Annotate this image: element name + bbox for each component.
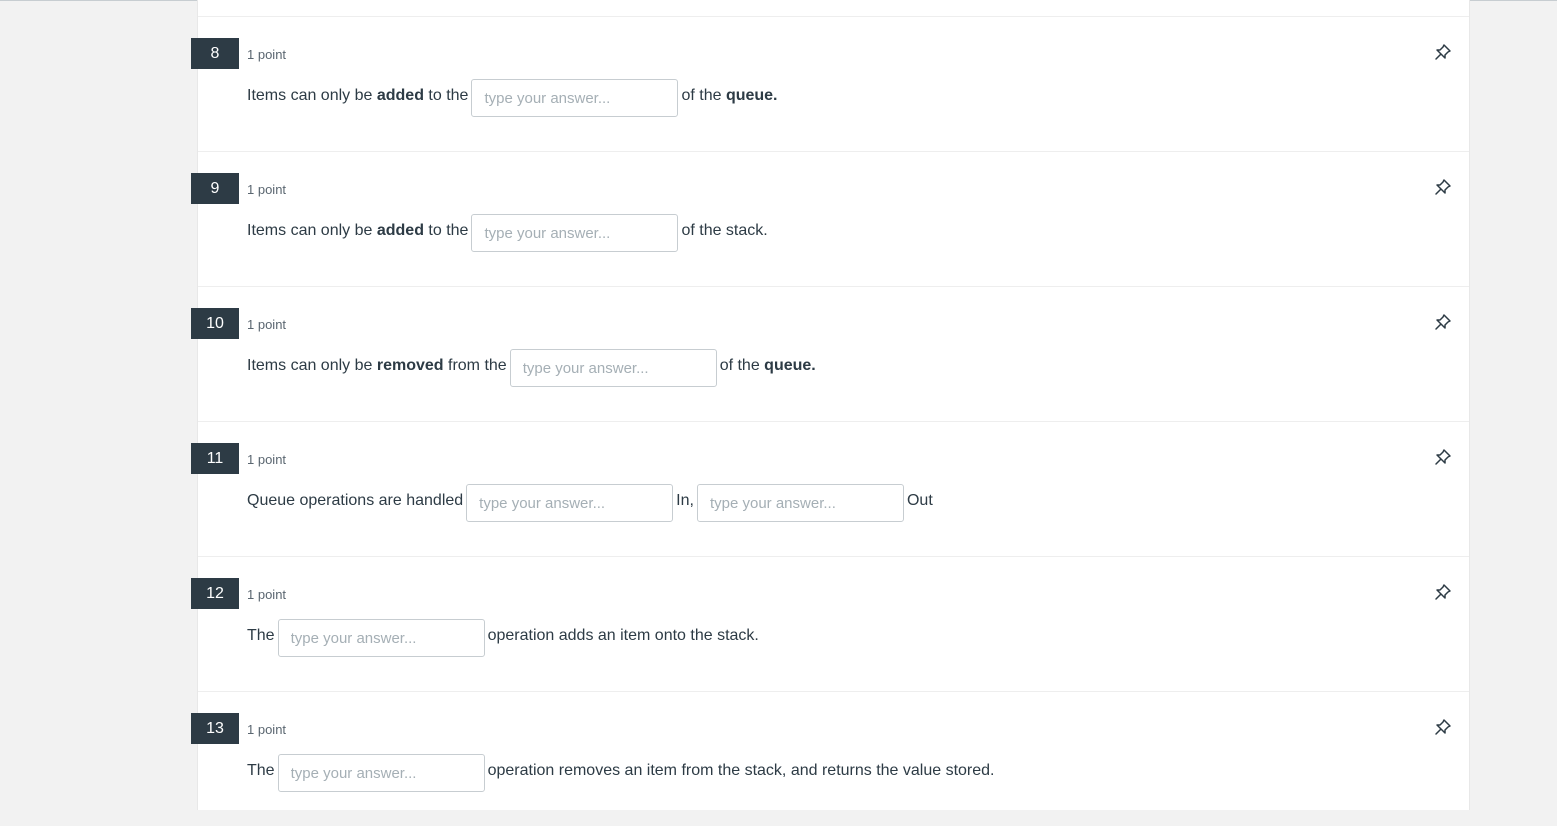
question-points: 1 point xyxy=(247,47,287,62)
text-segment: The xyxy=(247,762,275,779)
text-emphasis: queue. xyxy=(764,357,816,374)
question-number: 12 xyxy=(191,578,239,609)
text-segment: of the xyxy=(681,87,726,104)
question-text: Queue operations are handled In, Out xyxy=(247,482,933,522)
pushpin-icon[interactable] xyxy=(1434,718,1452,736)
question-text: The operation removes an item from the s… xyxy=(247,752,995,792)
pushpin-icon[interactable] xyxy=(1434,583,1452,601)
question-11: 11 1 point Queue operations are handled … xyxy=(191,421,1469,556)
pushpin-icon[interactable] xyxy=(1434,313,1452,331)
text-segment: Items can only be xyxy=(247,357,377,374)
text-segment: to the xyxy=(423,222,469,239)
question-text: Items can only be removed from the of th… xyxy=(247,347,816,387)
text-segment: Queue operations are handled xyxy=(247,492,464,509)
answer-input[interactable] xyxy=(277,754,485,792)
question-points: 1 point xyxy=(247,587,287,602)
question-12: 12 1 point The operation adds an item on… xyxy=(191,556,1469,691)
pushpin-icon[interactable] xyxy=(1434,178,1452,196)
text-segment: from the xyxy=(443,357,507,374)
question-number: 9 xyxy=(191,173,239,204)
quiz-page: 8 1 point Items can only be added to the… xyxy=(191,0,1470,810)
question-9: 9 1 point Items can only be added to the… xyxy=(191,151,1469,286)
answer-input[interactable] xyxy=(277,619,485,657)
text-emphasis: queue. xyxy=(725,87,778,104)
text-segment: to the xyxy=(423,87,469,104)
answer-input[interactable] xyxy=(471,214,679,252)
text-segment: operation removes an item from the stack… xyxy=(487,762,995,779)
text-segment: Items can only be xyxy=(247,87,377,104)
question-points: 1 point xyxy=(247,317,287,332)
question-10: 10 1 point Items can only be removed fro… xyxy=(191,286,1469,421)
answer-input[interactable] xyxy=(466,484,674,522)
pushpin-icon[interactable] xyxy=(1434,43,1452,61)
text-segment: In, xyxy=(676,492,694,509)
text-segment: of the xyxy=(719,357,765,374)
text-emphasis: added xyxy=(376,222,424,239)
answer-input-2[interactable] xyxy=(696,484,904,522)
text-segment: Out xyxy=(906,492,933,509)
answer-input[interactable] xyxy=(509,349,717,387)
text-segment: of the stack. xyxy=(681,222,768,239)
question-number: 8 xyxy=(191,38,239,69)
pushpin-icon[interactable] xyxy=(1434,448,1452,466)
answer-input[interactable] xyxy=(471,79,679,117)
question-text: Items can only be added to the of the qu… xyxy=(247,77,778,117)
question-points: 1 point xyxy=(247,452,287,467)
text-segment: Items can only be xyxy=(247,222,377,239)
question-number: 13 xyxy=(191,713,239,744)
question-13: 13 1 point The operation removes an item… xyxy=(191,691,1469,826)
question-points: 1 point xyxy=(247,722,287,737)
question-points: 1 point xyxy=(247,182,287,197)
question-8: 8 1 point Items can only be added to the… xyxy=(191,16,1469,151)
text-emphasis: added xyxy=(376,87,424,104)
text-emphasis: removed xyxy=(376,357,444,374)
text-segment: operation adds an item onto the stack. xyxy=(487,627,759,644)
question-number: 10 xyxy=(191,308,239,339)
question-text: Items can only be added to the of the st… xyxy=(247,212,768,252)
question-text: The operation adds an item onto the stac… xyxy=(247,617,759,657)
question-number: 11 xyxy=(191,443,239,474)
text-segment: The xyxy=(247,627,275,644)
